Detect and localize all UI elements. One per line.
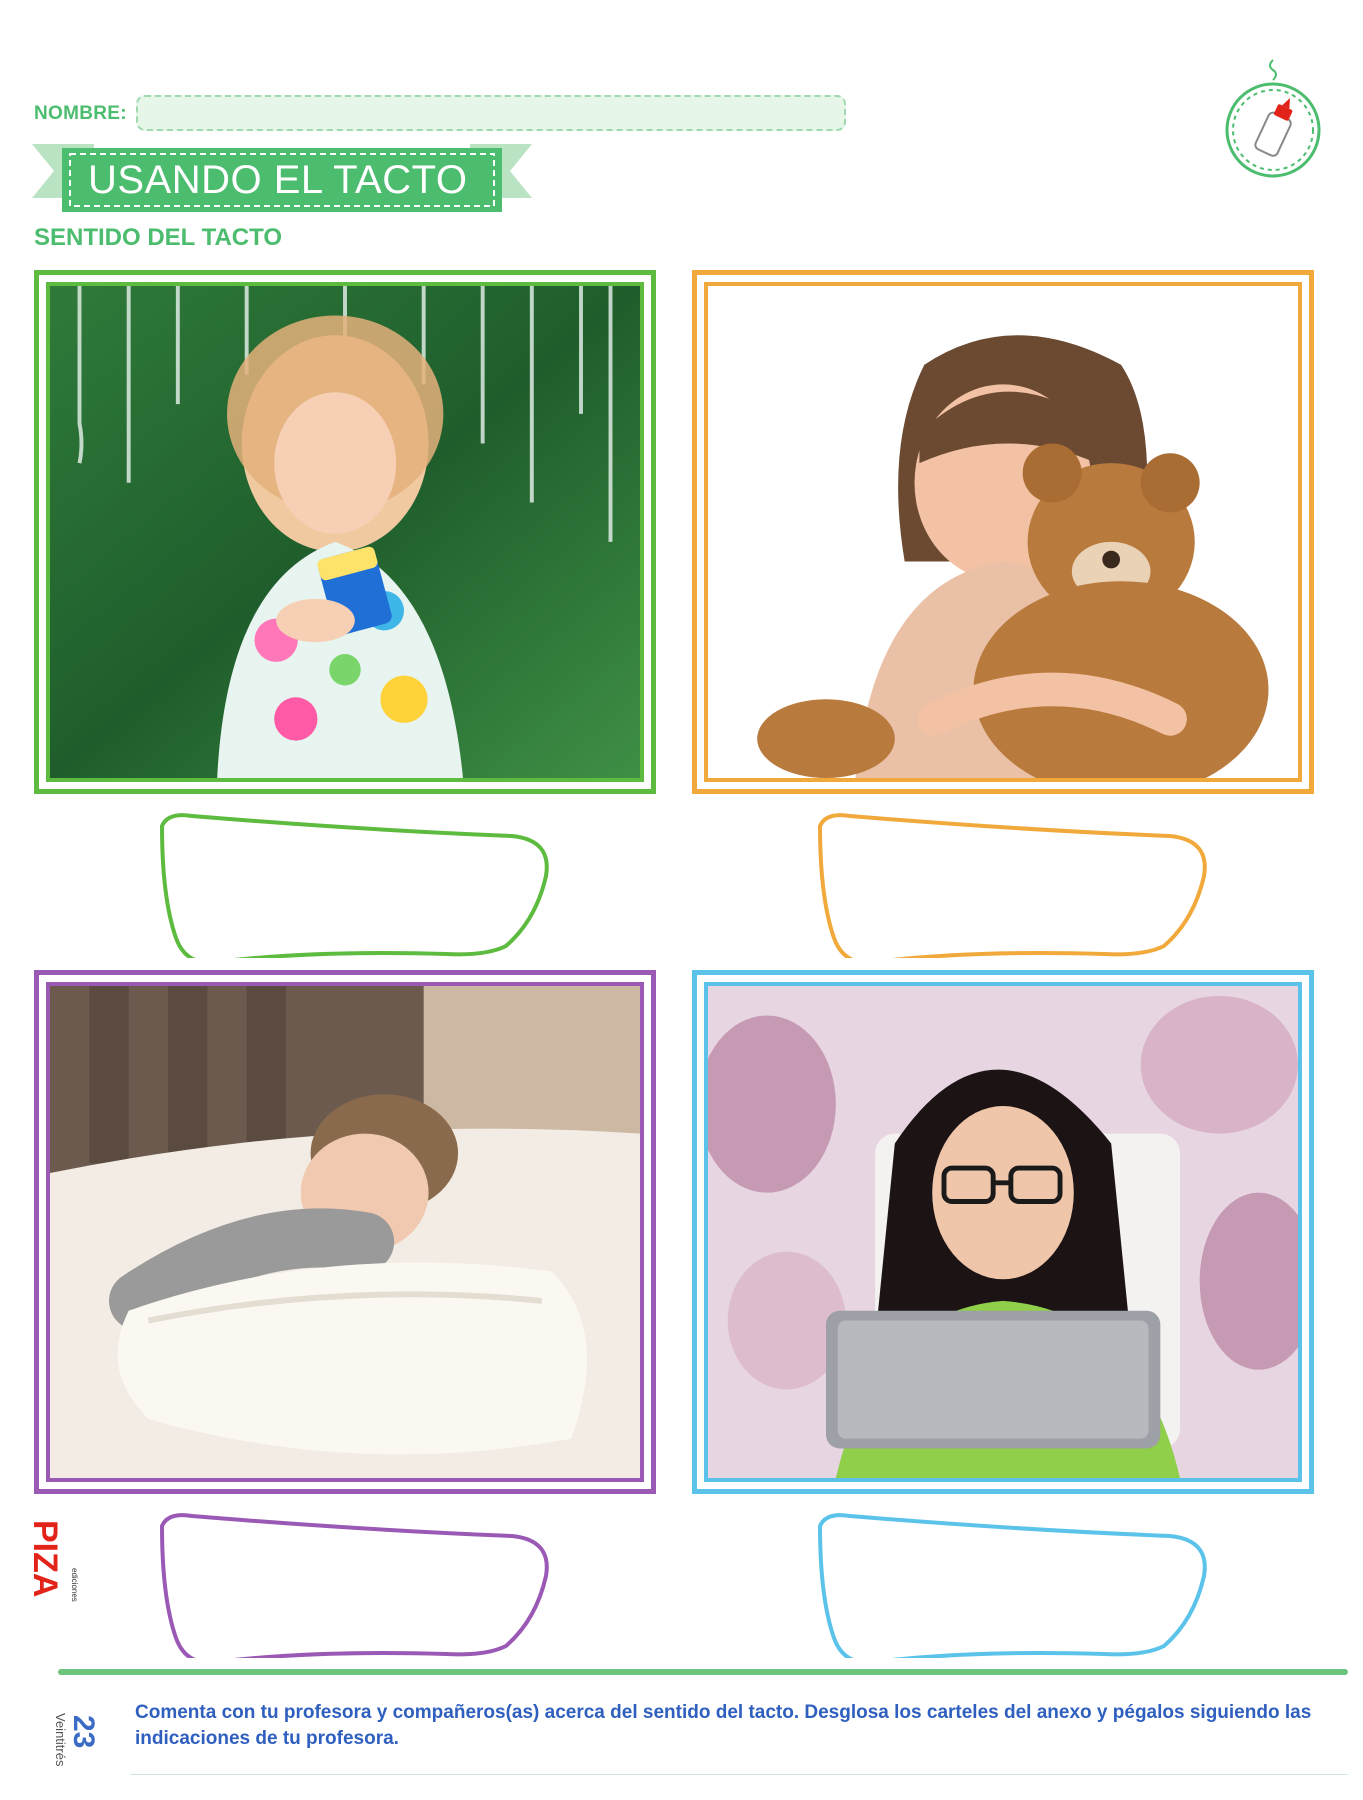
page-number-word: Veintitrés xyxy=(53,1713,68,1767)
svg-text:ediciones: ediciones xyxy=(70,1568,79,1602)
name-field[interactable] xyxy=(136,95,846,131)
svg-text:PIZA: PIZA xyxy=(26,1520,64,1597)
footer-divider xyxy=(58,1669,1348,1675)
glue-bottle-icon xyxy=(1218,52,1328,180)
footer-baseline xyxy=(130,1774,1348,1775)
photo-girl-hugging-teddy-bear xyxy=(708,286,1298,778)
photo-girl-with-tablet xyxy=(708,986,1298,1478)
photo-frame-blue xyxy=(692,970,1314,1494)
label-box-orange[interactable] xyxy=(806,808,1216,958)
page-title: USANDO EL TACTO xyxy=(88,158,468,202)
publisher-logo: PIZA ediciones xyxy=(24,1518,80,1628)
photo-girl-on-pillow xyxy=(50,986,640,1478)
label-box-purple[interactable] xyxy=(148,1508,558,1658)
name-label: NOMBRE: xyxy=(34,103,127,124)
label-box-green[interactable] xyxy=(148,808,558,958)
photo-frame-orange xyxy=(692,270,1314,794)
page-number-digits: 23 xyxy=(67,1715,100,1749)
photo-girl-washing-window xyxy=(50,286,640,778)
photo-frame-purple xyxy=(34,970,656,1494)
page-subtitle: SENTIDO DEL TACTO xyxy=(34,224,283,251)
label-box-blue[interactable] xyxy=(806,1508,1216,1658)
photo-frame-green xyxy=(34,270,656,794)
instructions-text: Comenta con tu profesora y compañeros(as… xyxy=(135,1702,1312,1749)
page-number: 23 Veintitrés xyxy=(53,1713,100,1785)
